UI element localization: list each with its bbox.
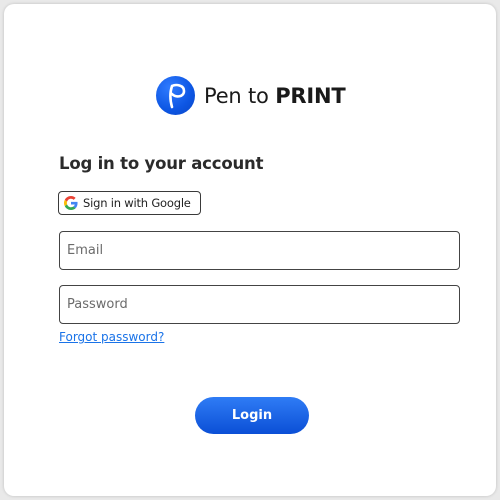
google-sign-in-button[interactable]: Sign in with Google (58, 191, 201, 215)
brand-name: Pen to PRINT (204, 83, 346, 108)
page-title: Log in to your account (59, 154, 264, 173)
brand-name-bold: PRINT (275, 83, 346, 108)
google-sign-in-label: Sign in with Google (83, 196, 191, 210)
login-button[interactable]: Login (195, 397, 309, 434)
brand-name-regular: Pen to (204, 83, 276, 108)
password-field[interactable] (59, 285, 460, 324)
email-field[interactable] (59, 231, 460, 270)
google-g-icon (64, 196, 78, 210)
login-card: Pen to PRINT Log in to your account Sign… (4, 4, 496, 496)
brand-header: Pen to PRINT (156, 76, 346, 115)
forgot-password-link[interactable]: Forgot password? (59, 330, 164, 344)
pen-to-print-logo-icon (156, 76, 195, 115)
